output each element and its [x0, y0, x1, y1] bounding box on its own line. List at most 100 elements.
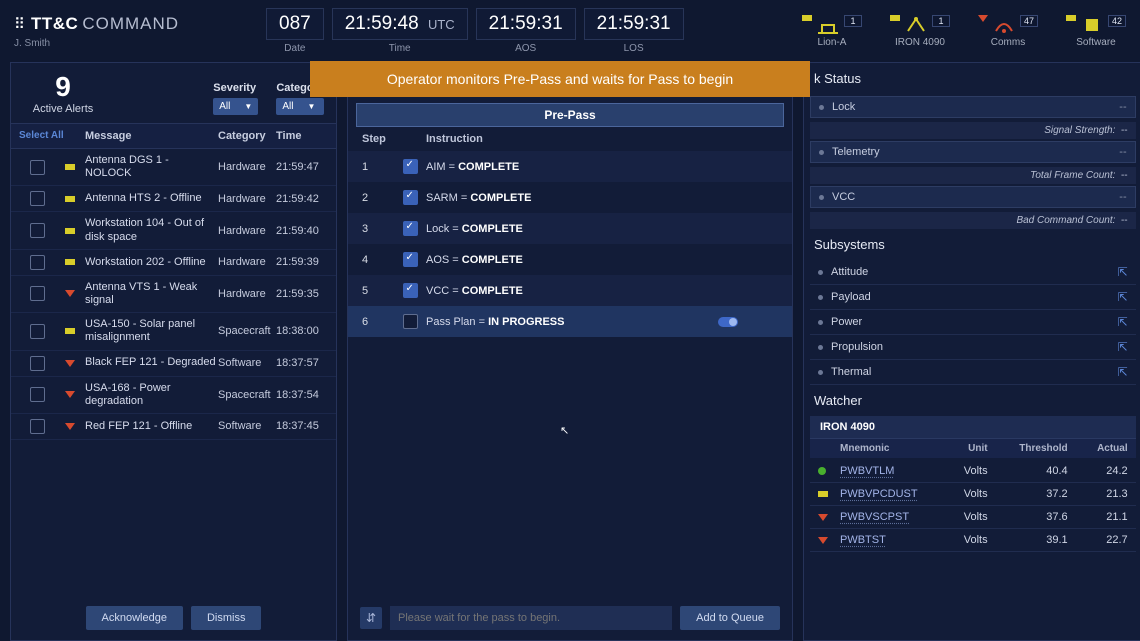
aos-label: AOS — [515, 43, 536, 54]
alert-checkbox[interactable] — [30, 223, 45, 238]
status-comms[interactable]: 47Comms — [978, 15, 1038, 48]
watcher-threshold: 40.4 — [988, 465, 1068, 477]
col-category: Category — [218, 130, 276, 142]
alert-time: 21:59:40 — [276, 225, 328, 237]
watcher-mnemonic[interactable]: PWBVSCPST — [840, 511, 909, 523]
severity-icon — [55, 328, 85, 334]
link-sub-value: -- — [1121, 170, 1128, 181]
step-row[interactable]: 6 Pass Plan = IN PROGRESS — [348, 306, 792, 337]
launch-icon[interactable]: ⇱ — [1118, 290, 1128, 304]
subsystem-label: Thermal — [831, 366, 871, 378]
progress-toggle[interactable] — [718, 317, 738, 327]
watcher-row[interactable]: PWBVPCDUST Volts 37.2 21.3 — [810, 483, 1136, 506]
alert-row[interactable]: Antenna VTS 1 - Weak signal Hardware 21:… — [11, 276, 336, 313]
step-checkbox[interactable] — [403, 221, 418, 236]
watcher-row[interactable]: PWBVSCPST Volts 37.6 21.1 — [810, 506, 1136, 529]
alert-row[interactable]: USA-150 - Solar panel misalignment Space… — [11, 313, 336, 350]
watcher-actual: 24.2 — [1068, 465, 1128, 477]
watcher-severity-icon — [818, 537, 840, 544]
watcher-mnemonic[interactable]: PWBVTLM — [840, 465, 894, 477]
subsystem-item-attitude[interactable]: Attitude ⇱ — [810, 260, 1136, 285]
step-checkbox[interactable] — [403, 283, 418, 298]
watcher-unit: Volts — [918, 534, 988, 546]
step-row[interactable]: 4 AOS = COMPLETE — [348, 244, 792, 275]
logo-icon: ⠿ — [14, 15, 25, 33]
step-instruction: AOS = COMPLETE — [426, 254, 718, 266]
watcher-mnemonic[interactable]: PWBVPCDUST — [840, 488, 918, 500]
link-item[interactable]: Telemetry -- — [810, 141, 1136, 163]
alert-row[interactable]: Workstation 202 - Offline Hardware 21:59… — [11, 250, 336, 276]
dismiss-button[interactable]: Dismiss — [191, 606, 262, 630]
step-row[interactable]: 3 Lock = COMPLETE — [348, 213, 792, 244]
step-checkbox[interactable] — [403, 159, 418, 174]
step-checkbox[interactable] — [403, 314, 418, 329]
step-checkbox[interactable] — [403, 252, 418, 267]
step-row[interactable]: 2 SARM = COMPLETE — [348, 182, 792, 213]
status-badge: 1 — [932, 15, 950, 27]
category-filter-select[interactable]: All ▼ — [276, 98, 324, 115]
subsystem-item-power[interactable]: Power ⇱ — [810, 310, 1136, 335]
status-iron-4090[interactable]: 1 IRON 4090 — [890, 15, 950, 48]
link-sub-label: Signal Strength: — [1044, 125, 1115, 136]
reorder-button[interactable]: ⇵ — [360, 607, 382, 629]
alert-row[interactable]: Black FEP 121 - Degraded Software 18:37:… — [11, 351, 336, 377]
alert-message: Black FEP 121 - Degraded — [85, 356, 218, 369]
subsystem-label: Power — [831, 316, 862, 328]
alert-checkbox[interactable] — [30, 191, 45, 206]
severity-filter-select[interactable]: All ▼ — [213, 98, 258, 115]
severity-filter-value: All — [219, 101, 230, 112]
header: ⠿ TT&C COMMAND J. Smith 087 Date 21:59:4… — [0, 0, 1140, 58]
alert-row[interactable]: Antenna DGS 1 - NOLOCK Hardware 21:59:47 — [11, 149, 336, 186]
command-input[interactable] — [390, 606, 672, 630]
watcher-row[interactable]: PWBVTLM Volts 40.4 24.2 — [810, 460, 1136, 483]
alert-checkbox[interactable] — [30, 356, 45, 371]
alert-row[interactable]: Red FEP 121 - Offline Software 18:37:45 — [11, 414, 336, 440]
time-value: 21:59:48 — [345, 13, 419, 34]
step-row[interactable]: 5 VCC = COMPLETE — [348, 275, 792, 306]
alert-message: Workstation 104 - Out of disk space — [85, 217, 218, 243]
subsystem-item-thermal[interactable]: Thermal ⇱ — [810, 360, 1136, 385]
status-badge: 42 — [1108, 15, 1126, 27]
alert-row[interactable]: Antenna HTS 2 - Offline Hardware 21:59:4… — [11, 186, 336, 212]
date-clock: 087 — [266, 8, 324, 40]
status-lion-a[interactable]: 1Lion-A — [802, 15, 862, 48]
link-item[interactable]: Lock -- — [810, 96, 1136, 118]
right-panel: k Status Lock -- Signal Strength: -- Tel… — [803, 62, 1140, 641]
alert-checkbox[interactable] — [30, 160, 45, 175]
watcher-mnemonic[interactable]: PWBTST — [840, 534, 886, 546]
los-label: LOS — [624, 43, 644, 54]
launch-icon[interactable]: ⇱ — [1118, 265, 1128, 279]
alert-checkbox[interactable] — [30, 286, 45, 301]
alert-row[interactable]: USA-168 - Power degradation Spacecraft 1… — [11, 377, 336, 414]
clock-bar: 087 Date 21:59:48 UTC Time 21:59:31 AOS … — [266, 8, 684, 54]
severity-icon — [55, 164, 85, 170]
watcher-actual: 22.7 — [1068, 534, 1128, 546]
launch-icon[interactable]: ⇱ — [1118, 315, 1128, 329]
alert-checkbox[interactable] — [30, 255, 45, 270]
alert-checkbox[interactable] — [30, 419, 45, 434]
alert-checkbox[interactable] — [30, 324, 45, 339]
launch-icon[interactable]: ⇱ — [1118, 340, 1128, 354]
watcher-row[interactable]: PWBTST Volts 39.1 22.7 — [810, 529, 1136, 552]
alert-checkbox[interactable] — [30, 387, 45, 402]
alert-count-number: 9 — [23, 71, 103, 103]
link-value: -- — [1119, 146, 1126, 158]
status-label: IRON 4090 — [895, 37, 945, 48]
alert-row[interactable]: Workstation 104 - Out of disk space Hard… — [11, 212, 336, 249]
subsystem-item-propulsion[interactable]: Propulsion ⇱ — [810, 335, 1136, 360]
status-software[interactable]: 42Software — [1066, 15, 1126, 48]
app-subtitle: COMMAND — [82, 14, 179, 34]
link-item[interactable]: VCC -- — [810, 186, 1136, 208]
alert-time: 18:37:45 — [276, 420, 328, 432]
watcher-threshold: 39.1 — [988, 534, 1068, 546]
link-sub-value: -- — [1121, 125, 1128, 136]
acknowledge-button[interactable]: Acknowledge — [86, 606, 183, 630]
step-checkbox[interactable] — [403, 190, 418, 205]
alert-category: Spacecraft — [218, 325, 276, 337]
sort-icon: ⇵ — [366, 611, 376, 625]
subsystem-item-payload[interactable]: Payload ⇱ — [810, 285, 1136, 310]
add-to-queue-button[interactable]: Add to Queue — [680, 606, 780, 630]
step-row[interactable]: 1 AIM = COMPLETE — [348, 151, 792, 182]
select-all-link[interactable]: Select All — [19, 130, 85, 142]
launch-icon[interactable]: ⇱ — [1118, 365, 1128, 379]
